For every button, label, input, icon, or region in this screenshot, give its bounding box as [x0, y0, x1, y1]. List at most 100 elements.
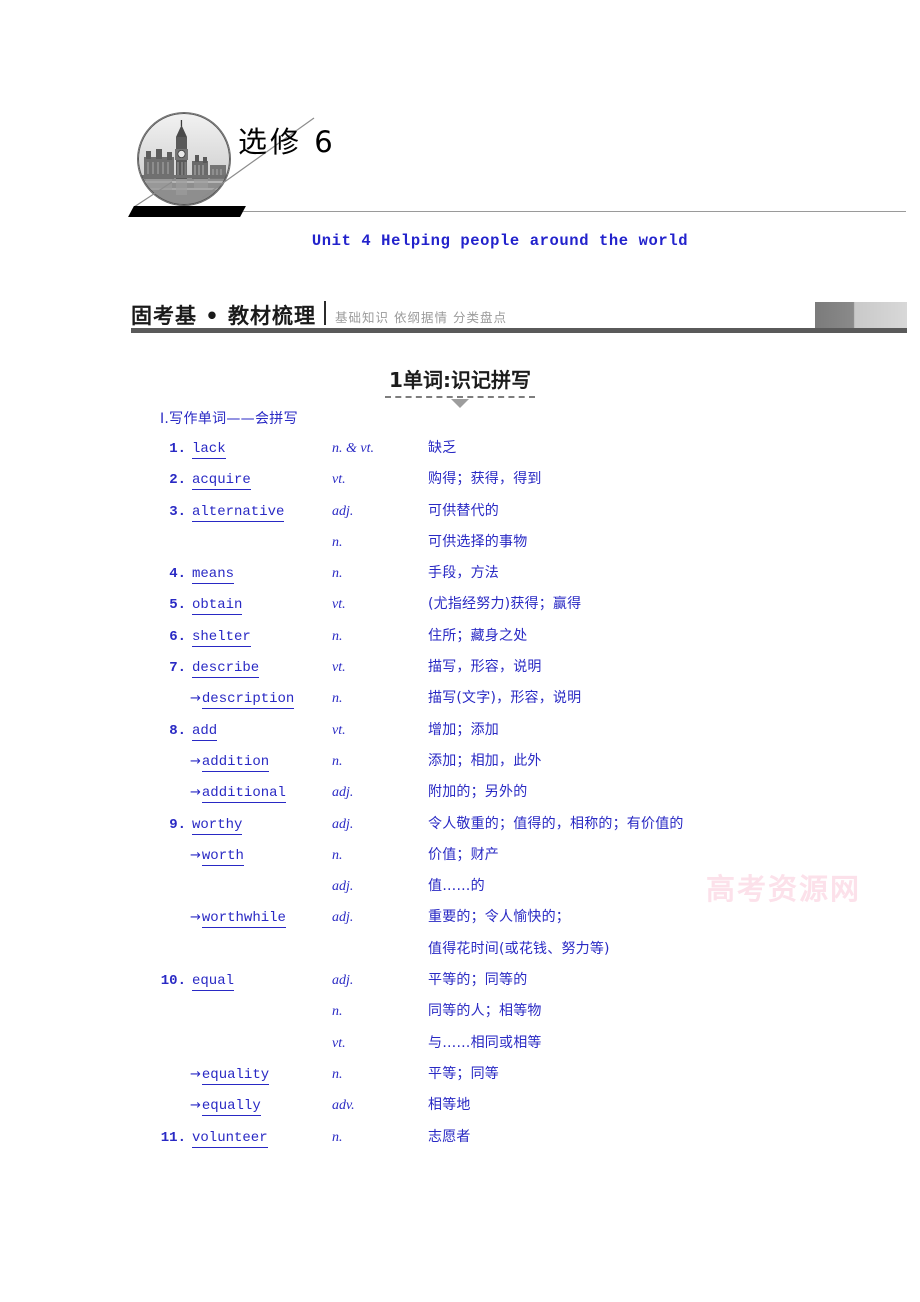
- page-banner: 选修 6 Unit 4 Helping people around the wo…: [0, 0, 920, 270]
- vocabulary-row: 4. means n. 手段，方法: [160, 562, 900, 593]
- vocabulary-index: 6.: [169, 628, 186, 645]
- vocabulary-meaning: 描写(文字)，形容，说明: [428, 690, 582, 707]
- vocabulary-meaning: 令人敬重的；值得的，相称的；有价值的: [428, 815, 684, 832]
- vocabulary-meaning: 手段，方法: [428, 565, 499, 582]
- vocabulary-part-of-speech: adj.: [332, 910, 354, 926]
- arrow-right-icon: →: [190, 1098, 201, 1114]
- vocabulary-section: Ⅰ.写作单词——会拼写 1. lack n. & vt. 缺乏 2. acquire vt.…: [160, 408, 900, 1157]
- vocabulary-meaning: 可供替代的: [428, 502, 499, 519]
- vocabulary-part-of-speech: adj.: [332, 973, 354, 989]
- vocabulary-word-text: describe: [192, 660, 260, 679]
- banner-black-bar: [128, 206, 246, 217]
- vocabulary-word: obtain: [190, 597, 332, 616]
- vocabulary-word-text: worthy: [192, 816, 243, 835]
- vocabulary-word-text: lack: [192, 441, 226, 459]
- vocabulary-part-of-speech: n.: [332, 1129, 343, 1145]
- vocabulary-derivative: →description: [190, 691, 332, 710]
- vocabulary-row: 6. shelter n. 住所；藏身之处: [160, 625, 900, 656]
- vocabulary-part-of-speech: adv.: [332, 1098, 355, 1114]
- vocabulary-meaning: 住所；藏身之处: [428, 627, 528, 644]
- vocabulary-meaning: 增加；添加: [428, 721, 499, 738]
- vocabulary-row: 值得花时间(或花钱、努力等): [160, 938, 900, 969]
- vocabulary-meaning: 同等的人；相等物: [428, 1003, 542, 1020]
- arrow-right-icon: →: [190, 753, 201, 769]
- section-header-accent-block: [815, 302, 907, 328]
- vocabulary-part-of-speech: vt.: [332, 472, 346, 488]
- banner-hairline: [243, 211, 906, 212]
- vocabulary-word: worthy: [190, 816, 332, 835]
- vocabulary-word-text: worth: [201, 847, 244, 866]
- vocabulary-row: →description n. 描写(文字)，形容，说明: [160, 687, 900, 718]
- vocabulary-meaning: 值得花时间(或花钱、努力等): [428, 940, 610, 957]
- vocabulary-meaning: 添加；相加，此外: [428, 752, 542, 769]
- vocabulary-word-text: worthwhile: [201, 910, 286, 929]
- vocabulary-word: means: [190, 566, 332, 585]
- vocabulary-part-of-speech: adj.: [332, 879, 354, 895]
- vocabulary-word-text: obtain: [192, 597, 243, 616]
- vocabulary-index: 4.: [169, 566, 186, 583]
- vocabulary-row: →addition n. 添加；相加，此外: [160, 750, 900, 781]
- vocabulary-part-of-speech: adj.: [332, 503, 354, 519]
- vocabulary-word-text: equality: [201, 1066, 270, 1085]
- section-header-subtitle: 基础知识 依纲据情 分类盘点: [335, 310, 507, 325]
- vocabulary-row: 9. worthy adj. 令人敬重的；值得的，相称的；有价值的: [160, 813, 900, 844]
- vocabulary-row: 1. lack n. & vt. 缺乏: [160, 437, 900, 468]
- vocabulary-meaning: (尤指经努力)获得；赢得: [428, 596, 582, 613]
- document-page: 选修 6 Unit 4 Helping people around the wo…: [0, 0, 920, 1302]
- vocabulary-row: 8. add vt. 增加；添加: [160, 719, 900, 750]
- vocabulary-part-of-speech: vt.: [332, 722, 346, 738]
- vocabulary-part-of-speech: n.: [332, 753, 343, 769]
- vocabulary-part-of-speech: n.: [332, 566, 343, 582]
- vocabulary-row: →additional adj. 附加的；另外的: [160, 781, 900, 812]
- vocabulary-row: vt. 与……相同或相等: [160, 1032, 900, 1063]
- vocabulary-list: 1. lack n. & vt. 缺乏 2. acquire vt. 购得；获得，得到 3. al…: [160, 437, 900, 1157]
- section-header-divider: [324, 301, 326, 325]
- vocabulary-index: 3.: [169, 503, 186, 520]
- vocabulary-word-text: volunteer: [192, 1129, 268, 1148]
- vocabulary-meaning: 缺乏: [428, 440, 457, 456]
- vocabulary-part-of-speech: vt.: [332, 660, 346, 676]
- vocabulary-part-of-speech: n.: [332, 628, 343, 644]
- vocabulary-index: 8.: [169, 722, 186, 739]
- vocabulary-row: →worthwhile adj. 重要的；令人愉快的；: [160, 906, 900, 937]
- vocabulary-meaning: 价值；财产: [428, 846, 499, 863]
- vocabulary-part-of-speech: adj.: [332, 785, 354, 801]
- vocabulary-part-of-speech: n.: [332, 1004, 343, 1020]
- vocabulary-word: acquire: [190, 472, 332, 491]
- vocabulary-word-text: means: [192, 566, 235, 585]
- vocabulary-index: 1.: [169, 441, 186, 457]
- vocabulary-word-text: acquire: [192, 472, 251, 491]
- vocabulary-derivative: →equally: [190, 1098, 332, 1117]
- vocabulary-word: lack: [190, 441, 332, 459]
- vocabulary-index: 11.: [160, 1129, 186, 1146]
- vocabulary-part-of-speech: n.: [332, 847, 343, 863]
- arrow-right-icon: →: [190, 1066, 201, 1082]
- vocabulary-meaning: 志愿者: [428, 1128, 471, 1145]
- vocabulary-meaning: 描写，形容，说明: [428, 659, 542, 676]
- arrow-right-icon: →: [190, 691, 201, 707]
- vocabulary-meaning: 购得；获得，得到: [428, 471, 542, 488]
- vocabulary-meaning: 值……的: [428, 878, 485, 895]
- vocabulary-row: n. 同等的人；相等物: [160, 1000, 900, 1031]
- vocabulary-row: 7. describe vt. 描写，形容，说明: [160, 656, 900, 687]
- vocabulary-derivative: →additional: [190, 785, 332, 804]
- topic-heading: 1单词:识记拼写: [0, 364, 920, 408]
- vocabulary-derivative: →addition: [190, 753, 332, 772]
- vocabulary-row: 2. acquire vt. 购得；获得，得到: [160, 468, 900, 499]
- vocabulary-part-of-speech: vt.: [332, 597, 346, 613]
- vocabulary-index: 9.: [169, 816, 186, 833]
- vocabulary-meaning: 附加的；另外的: [428, 784, 528, 801]
- vocabulary-word: alternative: [190, 503, 332, 522]
- vocabulary-row: 3. alternative adj. 可供替代的: [160, 500, 900, 531]
- vocabulary-row: →equality n. 平等；同等: [160, 1063, 900, 1094]
- unit-title: Unit 4 Helping people around the world: [311, 232, 689, 250]
- vocabulary-row: →equally adv. 相等地: [160, 1094, 900, 1125]
- vocabulary-word: shelter: [190, 628, 332, 647]
- vocabulary-word: equal: [190, 973, 332, 992]
- vocabulary-index: 10.: [160, 973, 186, 990]
- vocabulary-word-text: shelter: [192, 628, 251, 647]
- vocabulary-word: add: [190, 722, 332, 741]
- arrow-right-icon: →: [190, 910, 201, 926]
- topic-triangle-icon: [451, 399, 469, 408]
- vocabulary-index: 5.: [169, 597, 186, 614]
